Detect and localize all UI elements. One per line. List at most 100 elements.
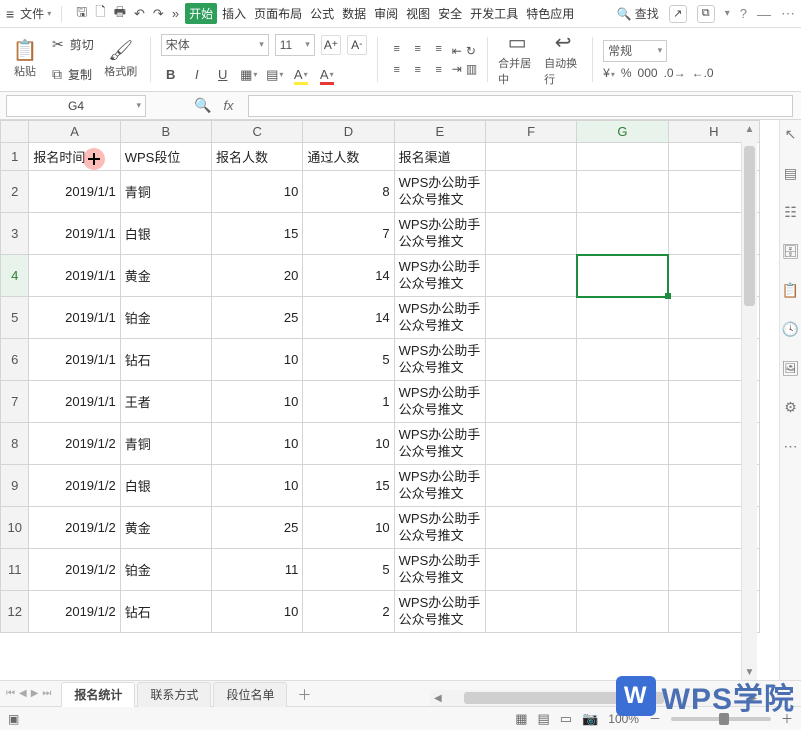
cell[interactable]	[485, 171, 576, 213]
cell[interactable]: 10	[212, 339, 303, 381]
formula-bar-input[interactable]	[248, 95, 793, 117]
cell[interactable]: WPS办公助手公众号推文	[394, 549, 485, 591]
cell[interactable]: 1	[303, 381, 394, 423]
column-header[interactable]: A	[29, 121, 120, 143]
cell[interactable]	[577, 143, 668, 171]
cell[interactable]: 白银	[120, 213, 211, 255]
cell[interactable]	[485, 465, 576, 507]
file-menu[interactable]: 文件 ▾	[20, 5, 51, 22]
cell[interactable]	[577, 465, 668, 507]
increase-decimal-button[interactable]: .0→	[664, 66, 686, 80]
select-all-corner[interactable]	[1, 121, 29, 143]
align-center-button[interactable]: ≡	[409, 61, 427, 79]
normal-view-icon[interactable]: ▦	[515, 711, 527, 727]
cell[interactable]	[485, 297, 576, 339]
redo-icon[interactable]: ↷	[153, 6, 164, 22]
row-header[interactable]: 3	[1, 213, 29, 255]
border-button[interactable]: ▦▾	[239, 65, 259, 85]
cell[interactable]: 8	[303, 171, 394, 213]
row-header[interactable]: 1	[1, 143, 29, 171]
cell[interactable]: 王者	[120, 381, 211, 423]
row-header[interactable]: 7	[1, 381, 29, 423]
cell[interactable]: 5	[303, 339, 394, 381]
undo-icon[interactable]: ↶	[134, 6, 145, 22]
scroll-up-arrow-icon[interactable]: ▲	[742, 124, 757, 135]
decrease-font-button[interactable]: A-	[347, 35, 367, 55]
cell[interactable]: 报名渠道	[394, 143, 485, 171]
scroll-right-arrow-icon[interactable]: ▶	[749, 690, 757, 706]
zoom-value[interactable]: 100%	[608, 712, 639, 726]
ribbon-tab[interactable]: 数据	[339, 3, 369, 24]
share-icon[interactable]: ↗	[669, 5, 687, 23]
cell[interactable]	[485, 213, 576, 255]
row-header[interactable]: 11	[1, 549, 29, 591]
cell[interactable]: 报名时间	[29, 143, 120, 171]
cell[interactable]: WPS办公助手公众号推文	[394, 255, 485, 297]
cell[interactable]: 钻石	[120, 339, 211, 381]
properties-panel-icon[interactable]: ☷	[784, 204, 797, 221]
more-icon[interactable]: ⋯	[781, 5, 795, 22]
cell[interactable]: 钻石	[120, 591, 211, 633]
help-icon[interactable]: ?	[740, 6, 747, 21]
align-left-button[interactable]: ≡	[388, 61, 406, 79]
sheet-tab[interactable]: 联系方式	[137, 682, 211, 707]
row-header[interactable]: 9	[1, 465, 29, 507]
cell[interactable]: 10	[212, 381, 303, 423]
scroll-left-arrow-icon[interactable]: ◀	[434, 690, 442, 706]
align-bottom-button[interactable]: ≡	[430, 40, 448, 58]
indent-decrease-button[interactable]: ⇤	[452, 44, 462, 58]
cell[interactable]: 黄金	[120, 507, 211, 549]
cell[interactable]: 白银	[120, 465, 211, 507]
name-box[interactable]: G4 ▾	[6, 95, 146, 117]
cell[interactable]: 青铜	[120, 423, 211, 465]
cell[interactable]	[577, 591, 668, 633]
cell[interactable]	[485, 143, 576, 171]
cell[interactable]: 10	[212, 465, 303, 507]
sheet-prev-icon[interactable]: ◀	[19, 688, 27, 699]
cell[interactable]: 10	[303, 423, 394, 465]
cell[interactable]: 黄金	[120, 255, 211, 297]
cell[interactable]	[485, 255, 576, 297]
paste-button[interactable]: 📋 粘贴	[6, 31, 44, 88]
selected-cell[interactable]	[577, 255, 668, 297]
backup-panel-icon[interactable]: 🗄	[782, 243, 800, 260]
ribbon-tab[interactable]: 特色应用	[523, 3, 577, 24]
add-sheet-button[interactable]: ＋	[289, 682, 319, 708]
row-header[interactable]: 4	[1, 255, 29, 297]
cell[interactable]: 14	[303, 297, 394, 339]
chevron-down-icon[interactable]: ▾	[725, 8, 730, 19]
cell[interactable]	[577, 381, 668, 423]
cell[interactable]: 14	[303, 255, 394, 297]
ribbon-tab[interactable]: 安全	[435, 3, 465, 24]
orientation-button[interactable]: ↻	[466, 44, 477, 58]
ribbon-tab[interactable]: 页面布局	[251, 3, 305, 24]
column-header[interactable]: G	[577, 121, 668, 143]
cell[interactable]: WPS办公助手公众号推文	[394, 381, 485, 423]
cell[interactable]: 2019/1/1	[29, 381, 120, 423]
sheet-last-icon[interactable]: ⏭	[42, 688, 51, 699]
currency-button[interactable]: ¥▾	[603, 66, 615, 80]
align-middle-button[interactable]: ≡	[409, 40, 427, 58]
cell[interactable]	[577, 213, 668, 255]
comma-style-button[interactable]: 000	[638, 66, 658, 80]
underline-button[interactable]: U	[213, 65, 233, 85]
sheet-tab[interactable]: 报名统计	[61, 682, 135, 707]
wrap-text-button[interactable]: ↩ 自动换行	[544, 31, 582, 88]
minimize-icon[interactable]: —	[757, 6, 771, 22]
row-header[interactable]: 6	[1, 339, 29, 381]
ribbon-tab[interactable]: 公式	[307, 3, 337, 24]
cell[interactable]: 10	[212, 171, 303, 213]
history-panel-icon[interactable]: 🕓	[782, 321, 799, 338]
cell[interactable]: 通过人数	[303, 143, 394, 171]
cell[interactable]: 青铜	[120, 171, 211, 213]
record-macro-icon[interactable]: ▣	[8, 712, 19, 726]
cell[interactable]	[577, 171, 668, 213]
magnifier-icon[interactable]: 🔍	[194, 97, 211, 114]
cell[interactable]	[485, 591, 576, 633]
cell[interactable]: WPS办公助手公众号推文	[394, 423, 485, 465]
image-panel-icon[interactable]: 🖼	[782, 360, 800, 377]
horizontal-scrollbar[interactable]: ◀ ▶	[430, 690, 761, 706]
cell[interactable]: 25	[212, 507, 303, 549]
more-panel-icon[interactable]: ⋯	[784, 438, 798, 455]
cell[interactable]	[485, 423, 576, 465]
